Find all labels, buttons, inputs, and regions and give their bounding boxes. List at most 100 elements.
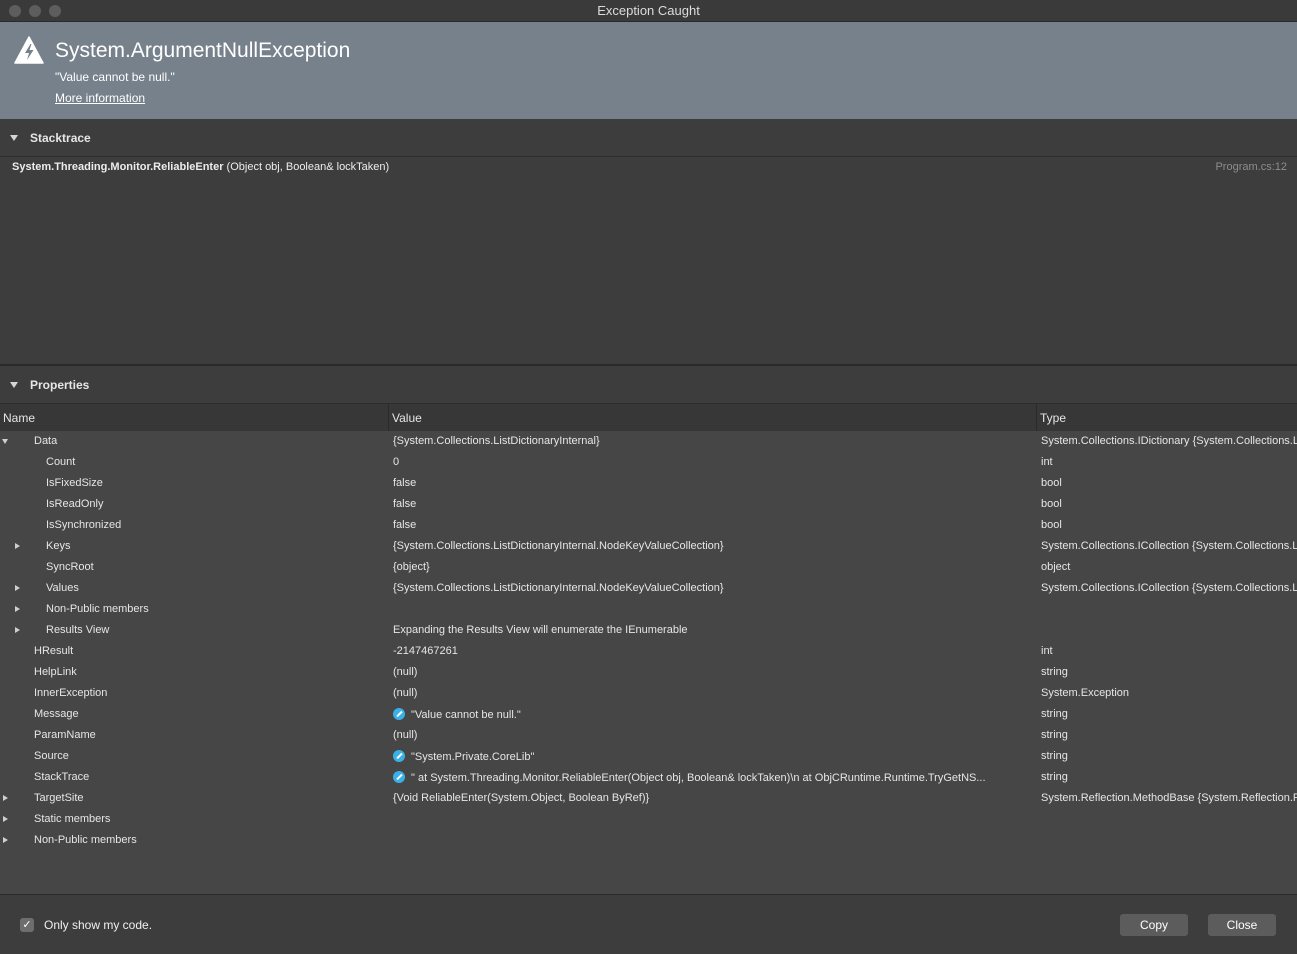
copy-button[interactable]: Copy xyxy=(1120,914,1188,936)
property-type: string xyxy=(1041,666,1068,678)
property-value: false xyxy=(393,498,417,510)
property-type: System.Collections.IDictionary {System.C… xyxy=(1041,435,1297,447)
zoom-window-button[interactable] xyxy=(49,5,61,17)
property-rows: Data {System.Collections.ListDictionaryI… xyxy=(0,431,1297,851)
property-name: IsSynchronized xyxy=(46,519,122,531)
property-value: " at System.Threading.Monitor.ReliableEn… xyxy=(411,772,986,784)
table-row[interactable]: TargetSite {Void ReliableEnter(System.Ob… xyxy=(0,788,1297,809)
edit-value-icon[interactable] xyxy=(393,708,405,720)
stack-frame-location: Program.cs:12 xyxy=(1215,161,1287,173)
close-window-button[interactable] xyxy=(9,5,21,17)
property-name: IsReadOnly xyxy=(46,498,104,510)
property-type: int xyxy=(1041,456,1053,468)
dialog-footer: ✓ Only show my code. Copy Close xyxy=(0,894,1297,954)
property-value: (null) xyxy=(393,666,418,678)
property-type: bool xyxy=(1041,477,1062,489)
property-value: (null) xyxy=(393,729,418,741)
table-row[interactable]: StackTrace " at System.Threading.Monitor… xyxy=(0,767,1297,788)
property-value: {System.Collections.ListDictionaryIntern… xyxy=(393,582,724,594)
property-type: string xyxy=(1041,771,1068,783)
stack-frame-args: (Object obj, Boolean& lockTaken) xyxy=(223,161,390,173)
property-value: {System.Collections.ListDictionaryIntern… xyxy=(393,540,724,552)
table-row[interactable]: InnerException (null) System.Exception xyxy=(0,683,1297,704)
warning-icon xyxy=(14,36,44,64)
table-row[interactable]: IsReadOnly false bool xyxy=(0,494,1297,515)
only-my-code-checkbox[interactable]: ✓ xyxy=(20,918,34,932)
table-row[interactable]: Results View Expanding the Results View … xyxy=(0,620,1297,641)
table-row[interactable]: IsSynchronized false bool xyxy=(0,515,1297,536)
property-name: Count xyxy=(46,456,76,468)
property-name: Keys xyxy=(46,540,71,552)
property-name: Non-Public members xyxy=(34,834,137,846)
title-bar: Exception Caught xyxy=(0,0,1297,22)
property-value-cell: "System.Private.CoreLib" xyxy=(393,750,1033,763)
property-name: HelpLink xyxy=(34,666,77,678)
disclosure-down-icon xyxy=(10,381,18,388)
property-value: "System.Private.CoreLib" xyxy=(411,751,535,763)
table-row[interactable]: Count 0 int xyxy=(0,452,1297,473)
minimize-window-button[interactable] xyxy=(29,5,41,17)
property-value: false xyxy=(393,477,417,489)
property-name: Non-Public members xyxy=(46,603,149,615)
property-name: Results View xyxy=(46,624,110,636)
column-header-type[interactable]: Type xyxy=(1037,404,1297,431)
table-row[interactable]: ParamName (null) string xyxy=(0,725,1297,746)
property-value: Expanding the Results View will enumerat… xyxy=(393,624,688,636)
property-name: Source xyxy=(34,750,69,762)
exception-header: System.ArgumentNullException "Value cann… xyxy=(0,22,1297,119)
property-value: {System.Collections.ListDictionaryIntern… xyxy=(393,435,600,447)
property-value: {Void ReliableEnter(System.Object, Boole… xyxy=(393,792,650,804)
only-my-code-label[interactable]: Only show my code. xyxy=(44,918,152,932)
window-controls xyxy=(9,5,61,17)
property-value: -2147467261 xyxy=(393,645,458,657)
property-type: string xyxy=(1041,729,1068,741)
property-name: Values xyxy=(46,582,79,594)
table-row[interactable]: Non-Public members xyxy=(0,830,1297,851)
table-row[interactable]: Source "System.Private.CoreLib" string xyxy=(0,746,1297,767)
stacktrace-list: System.Threading.Monitor.ReliableEnter (… xyxy=(0,157,1297,365)
property-name: HResult xyxy=(34,645,74,657)
table-row[interactable]: Non-Public members xyxy=(0,599,1297,620)
property-type: System.Collections.ICollection {System.C… xyxy=(1041,582,1297,594)
table-row[interactable]: HResult -2147467261 int xyxy=(0,641,1297,662)
window-title: Exception Caught xyxy=(597,3,700,18)
property-type: string xyxy=(1041,750,1068,762)
more-information-link[interactable]: More information xyxy=(55,91,145,105)
property-value: {object} xyxy=(393,561,430,573)
disclosure-down-icon xyxy=(10,134,18,141)
close-button[interactable]: Close xyxy=(1208,914,1276,936)
stack-frame[interactable]: System.Threading.Monitor.ReliableEnter (… xyxy=(12,161,1287,175)
table-row[interactable]: Values {System.Collections.ListDictionar… xyxy=(0,578,1297,599)
property-value: "Value cannot be null." xyxy=(411,709,521,721)
column-header-name[interactable]: Name xyxy=(0,404,389,431)
stacktrace-heading: Stacktrace xyxy=(30,130,91,145)
property-type: object xyxy=(1041,561,1071,573)
edit-value-icon[interactable] xyxy=(393,771,405,783)
property-value: 0 xyxy=(393,456,400,468)
property-value: false xyxy=(393,519,417,531)
property-name: SyncRoot xyxy=(46,561,94,573)
property-name: IsFixedSize xyxy=(46,477,103,489)
property-value-cell: "Value cannot be null." xyxy=(393,708,1033,721)
exception-message: "Value cannot be null." xyxy=(55,70,175,84)
edit-value-icon[interactable] xyxy=(393,750,405,762)
property-name: Data xyxy=(34,435,58,447)
table-row[interactable]: IsFixedSize false bool xyxy=(0,473,1297,494)
property-name: TargetSite xyxy=(34,792,84,804)
stack-frame-function: System.Threading.Monitor.ReliableEnter xyxy=(12,161,224,173)
table-row[interactable]: Static members xyxy=(0,809,1297,830)
property-type: string xyxy=(1041,708,1068,720)
table-row[interactable]: Data {System.Collections.ListDictionaryI… xyxy=(0,431,1297,452)
property-type: System.Reflection.MethodBase {System.Ref… xyxy=(1041,792,1297,804)
properties-section-header[interactable]: Properties xyxy=(0,366,1297,404)
property-value: (null) xyxy=(393,687,418,699)
table-row[interactable]: SyncRoot {object} object xyxy=(0,557,1297,578)
column-header-value[interactable]: Value xyxy=(389,404,1037,431)
table-row[interactable]: Message "Value cannot be null." string xyxy=(0,704,1297,725)
property-value-cell: " at System.Threading.Monitor.ReliableEn… xyxy=(393,771,1033,784)
property-type: System.Collections.ICollection {System.C… xyxy=(1041,540,1297,552)
property-type: System.Exception xyxy=(1041,687,1130,699)
stacktrace-section-header[interactable]: Stacktrace xyxy=(0,119,1297,157)
table-row[interactable]: Keys {System.Collections.ListDictionaryI… xyxy=(0,536,1297,557)
table-row[interactable]: HelpLink (null) string xyxy=(0,662,1297,683)
